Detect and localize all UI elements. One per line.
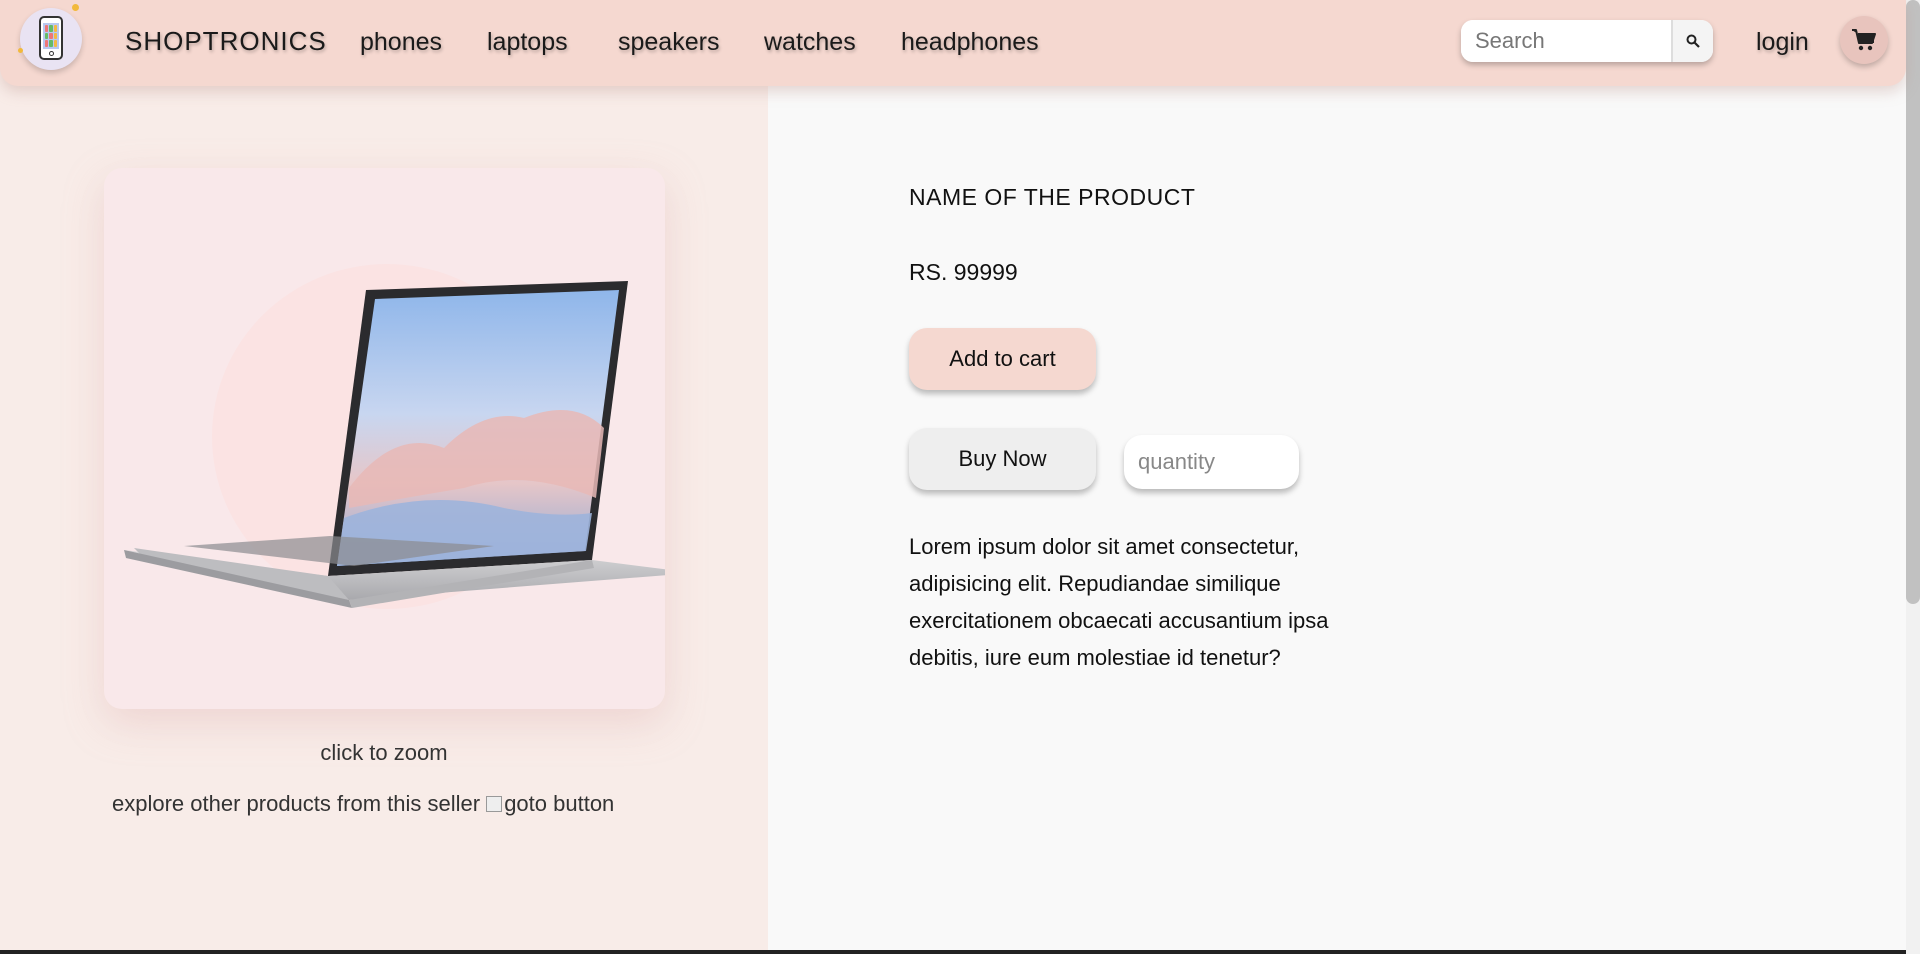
top-navbar: SHOPTRONICS phones laptops speakers watc…	[0, 0, 1906, 86]
nav-link-phones[interactable]: phones	[360, 28, 442, 57]
cart-button[interactable]	[1840, 16, 1888, 64]
search-input[interactable]	[1461, 20, 1671, 62]
product-name: NAME OF THE PRODUCT	[909, 184, 1196, 210]
login-link[interactable]: login	[1756, 28, 1809, 57]
nav-link-laptops[interactable]: laptops	[487, 28, 568, 57]
search-button[interactable]	[1671, 20, 1713, 62]
page-bottom-edge	[0, 950, 1906, 954]
explore-seller-text: explore other products from this seller	[112, 791, 481, 816]
cart-icon	[1852, 29, 1876, 51]
broken-image-icon	[486, 796, 503, 812]
nav-link-headphones[interactable]: headphones	[901, 28, 1039, 57]
logo-dot	[72, 4, 79, 11]
nav-link-speakers[interactable]: speakers	[618, 28, 719, 57]
brand-name[interactable]: SHOPTRONICS	[125, 26, 327, 57]
search-icon	[1686, 34, 1700, 48]
product-image-card[interactable]	[104, 168, 665, 709]
buy-now-button[interactable]: Buy Now	[909, 428, 1096, 490]
explore-seller-link[interactable]: explore other products from this seller …	[112, 791, 614, 817]
phone-icon	[39, 16, 63, 60]
goto-button[interactable]: goto button	[486, 791, 614, 817]
goto-button-alt-text: goto button	[504, 791, 615, 816]
logo-dot	[18, 48, 23, 53]
quantity-input[interactable]	[1124, 435, 1299, 489]
product-price: RS. 99999	[909, 259, 1018, 285]
click-to-zoom-label[interactable]: click to zoom	[0, 740, 768, 766]
scrollbar-thumb[interactable]	[1906, 0, 1920, 604]
product-description: Lorem ipsum dolor sit amet consectetur, …	[909, 534, 1329, 670]
phone-logo-icon[interactable]	[18, 4, 82, 70]
search-bar	[1461, 20, 1713, 62]
product-gallery-panel: click to zoom explore other products fro…	[0, 0, 768, 954]
add-to-cart-button[interactable]: Add to cart	[909, 328, 1096, 390]
laptop-product-image[interactable]	[104, 168, 665, 709]
nav-link-watches[interactable]: watches	[764, 28, 856, 57]
